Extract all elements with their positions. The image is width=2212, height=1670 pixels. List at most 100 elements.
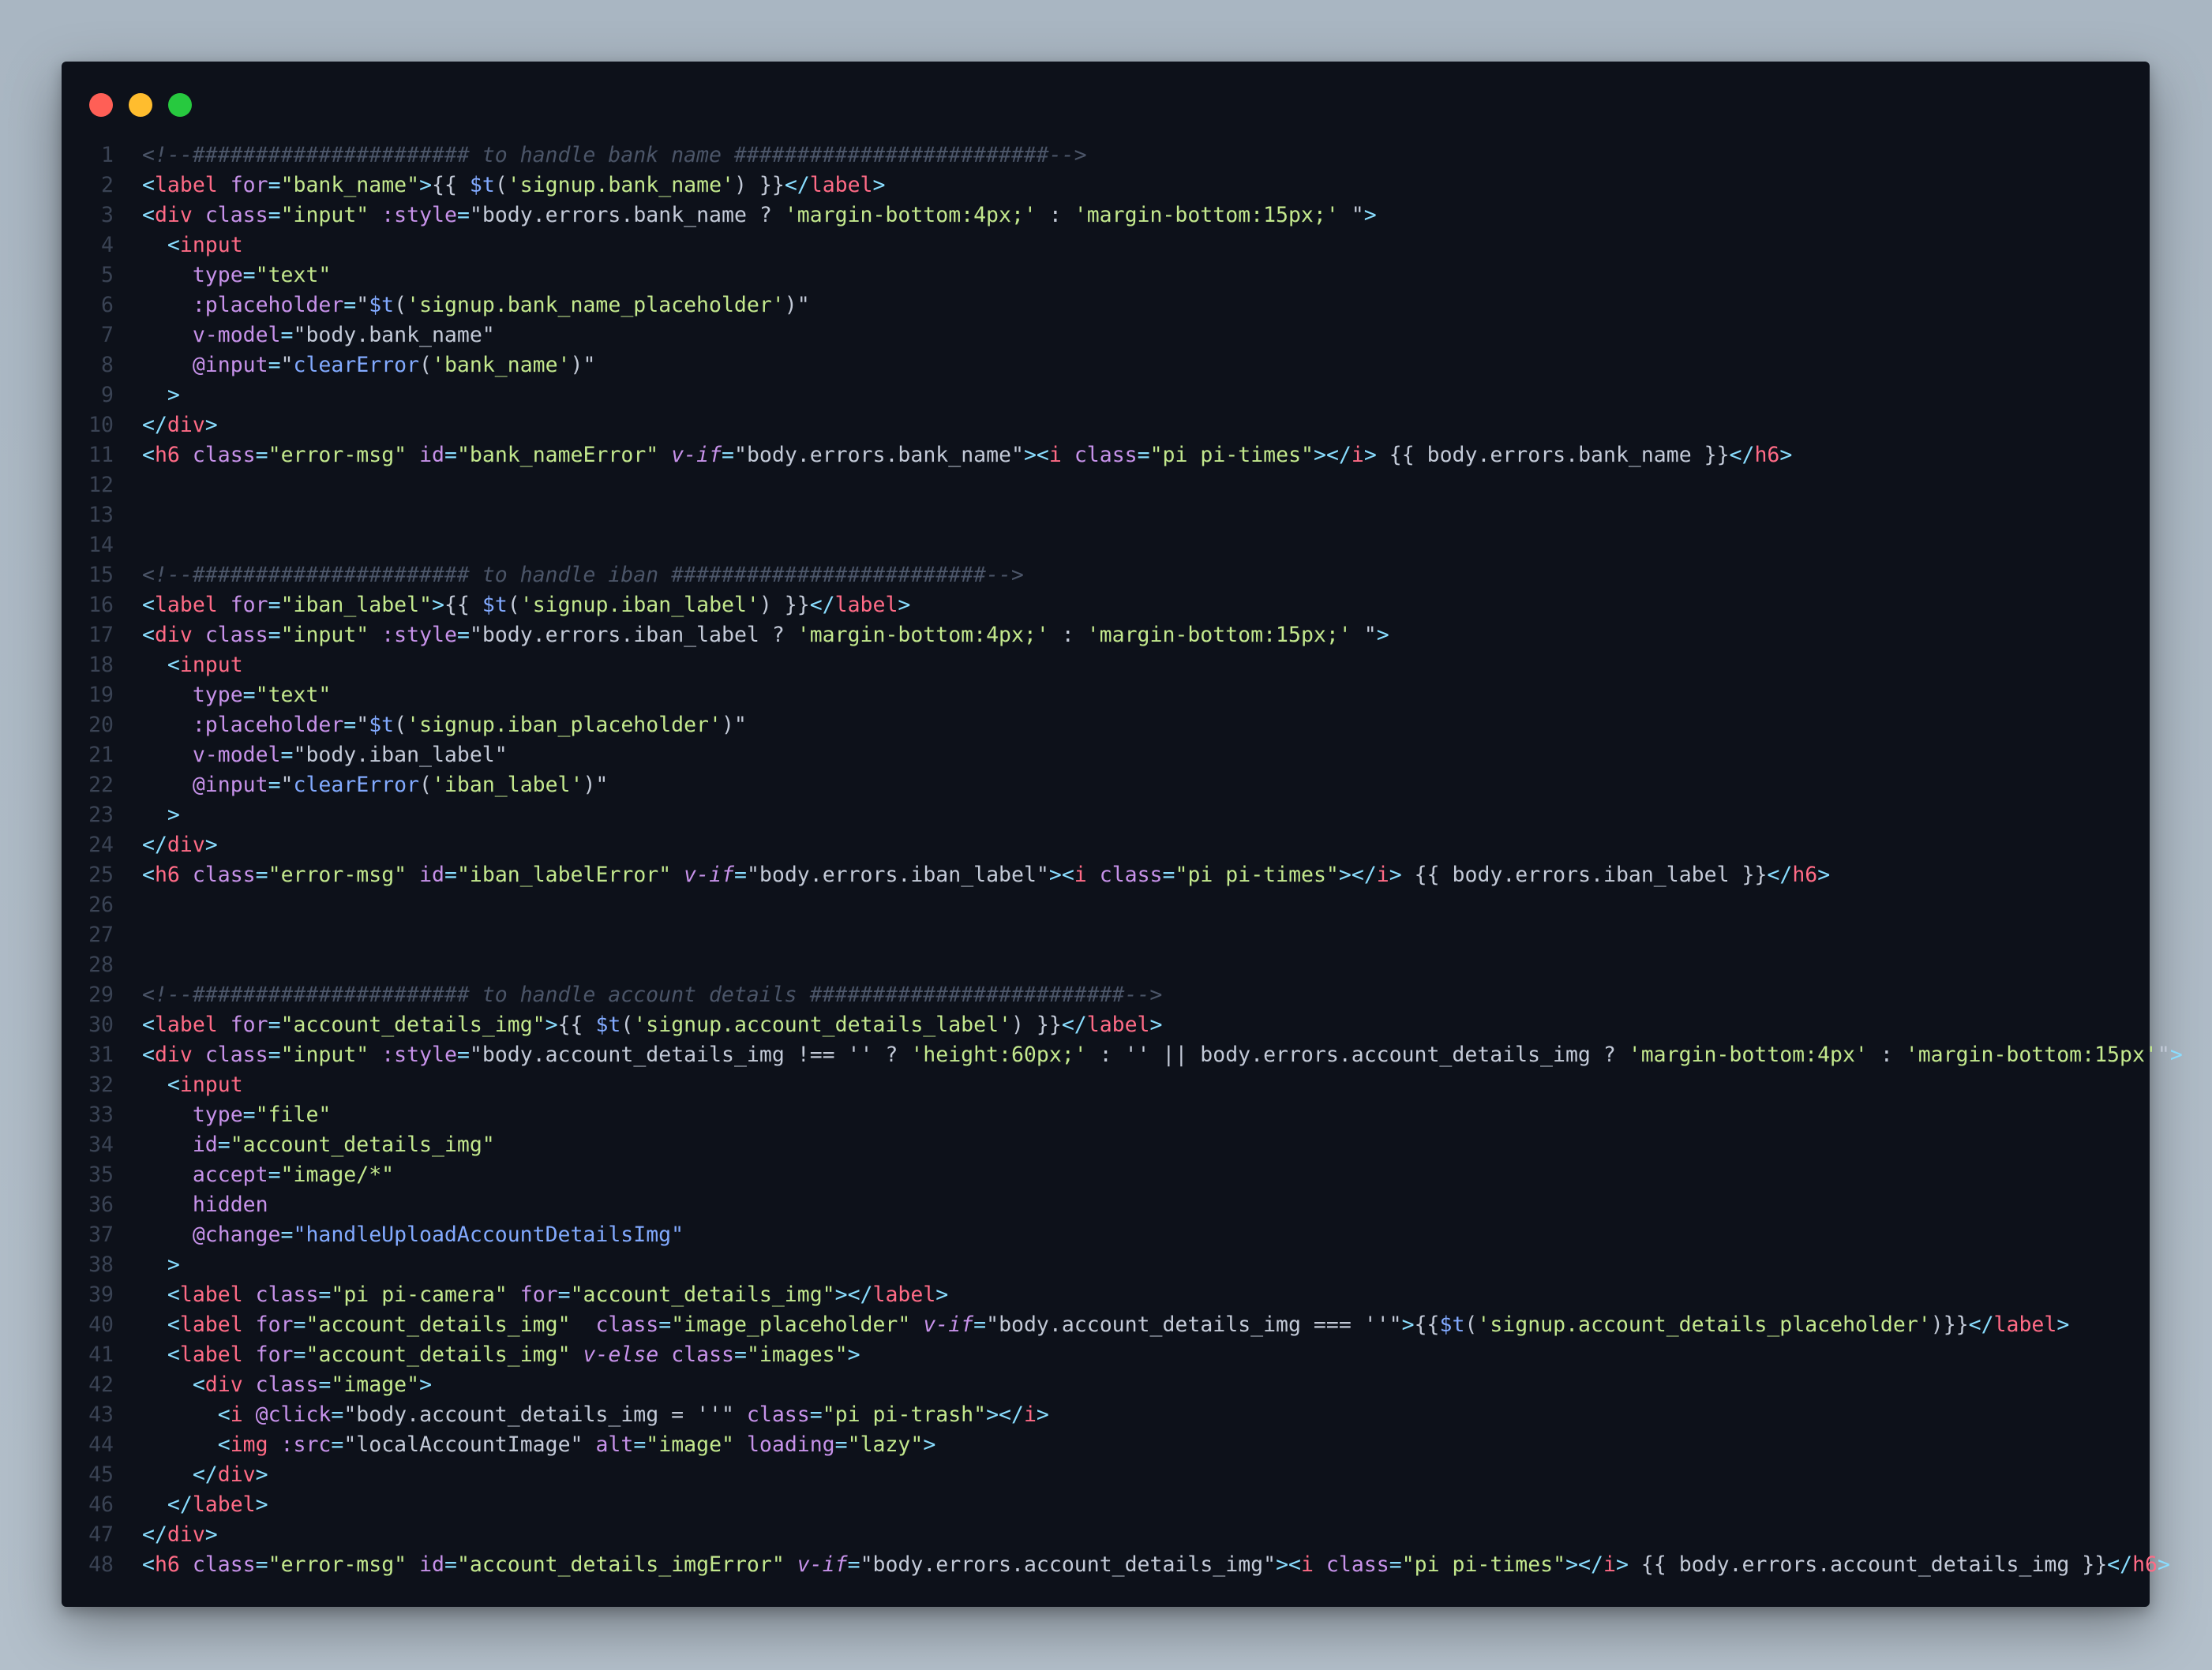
code-token: = — [255, 443, 268, 467]
code-token: 'signup.iban_label' — [519, 593, 759, 617]
code-token: v-model — [192, 743, 281, 767]
line-content: v-model="body.bank_name" — [114, 320, 495, 350]
code-token: = — [633, 1432, 647, 1457]
code-token: i — [1048, 443, 1062, 467]
line-number: 23 — [88, 803, 114, 827]
code-line: 25 <h6 class="error-msg" id="iban_labelEr… — [62, 860, 2150, 890]
minimize-dot-icon[interactable] — [129, 93, 152, 117]
line-content: :placeholder="$t('signup.bank_name_place… — [114, 290, 810, 320]
code-token: </ — [1729, 443, 1755, 467]
code-token: 'margin-bottom:15px' — [1905, 1043, 2158, 1067]
line-number: 29 — [88, 983, 114, 1007]
code-token: "input" — [280, 623, 369, 647]
code-token: </ — [192, 1462, 218, 1487]
code-token: " — [2157, 1043, 2170, 1067]
code-token: = — [658, 1312, 672, 1337]
code-token: {{ body.errors.bank_name }} — [1376, 443, 1730, 467]
code-token: "account_details_img" — [306, 1312, 571, 1337]
code-token: class — [204, 623, 268, 647]
code-token: > — [2169, 1043, 2183, 1067]
code-token: "image_placeholder" — [671, 1312, 911, 1337]
code-token: = — [242, 1103, 256, 1127]
code-token: ) }} — [1010, 1013, 1062, 1037]
line-content: <!--###################### to handle acc… — [114, 980, 1162, 1010]
code-line: 15 <!--###################### to handle i… — [62, 560, 2150, 590]
code-token: 'bank_name' — [432, 353, 571, 377]
maximize-dot-icon[interactable] — [168, 93, 192, 117]
code-token: label — [809, 173, 873, 197]
line-content: > — [114, 1250, 180, 1280]
line-number: 43 — [88, 1402, 114, 1427]
code-token: )" — [784, 293, 810, 317]
code-token: :style — [381, 203, 457, 227]
code-token: i — [230, 1402, 243, 1427]
code-block[interactable]: 1 <!--###################### to handle ba… — [62, 140, 2183, 1580]
code-token: h6 — [2132, 1552, 2158, 1577]
code-token: @input — [192, 353, 268, 377]
code-line: 2 <label for="bank_name">{{ $t('signup.ba… — [62, 170, 2150, 200]
line-number: 32 — [88, 1073, 114, 1097]
code-token: > — [419, 173, 433, 197]
line-number: 1 — [101, 143, 114, 167]
line-number: 6 — [101, 293, 114, 317]
code-token: = — [809, 1402, 823, 1427]
code-token: = — [268, 1013, 281, 1037]
code-token: v-if — [684, 863, 734, 887]
code-token: i — [1603, 1552, 1616, 1577]
code-token: : — [1867, 1043, 1906, 1067]
code-line: 20 :placeholder="$t('signup.iban_placeho… — [62, 710, 2150, 740]
code-token: img — [230, 1432, 268, 1457]
code-token: v-if — [671, 443, 722, 467]
code-token: = — [733, 1342, 747, 1367]
code-token: for — [230, 173, 268, 197]
code-token: = — [331, 1402, 344, 1427]
code-token: < — [167, 653, 180, 677]
code-token: label — [872, 1282, 936, 1307]
line-content: <label for="iban_label">{{ $t('signup.ib… — [114, 590, 910, 620]
code-token: input — [179, 653, 243, 677]
line-content — [114, 470, 142, 500]
code-token: class — [255, 1282, 319, 1307]
code-token: "body.errors.iban_label" — [746, 863, 1049, 887]
line-number: 41 — [88, 1342, 114, 1367]
code-token: @input — [192, 773, 268, 797]
line-content: <div class="input" :style="body.errors.i… — [114, 620, 1389, 650]
line-number: 25 — [88, 863, 114, 887]
code-token: "lazy" — [847, 1432, 924, 1457]
line-content: <div class="image"> — [114, 1370, 432, 1400]
code-token: $t — [595, 1013, 621, 1037]
line-number: 8 — [101, 353, 114, 377]
line-number: 27 — [88, 923, 114, 947]
code-token: 'iban_label' — [432, 773, 583, 797]
code-line: 27 — [62, 920, 2150, 950]
code-token: "body.iban_label" — [293, 743, 508, 767]
line-number: 19 — [88, 683, 114, 707]
code-token: "pi pi-times" — [1401, 1552, 1566, 1577]
code-token: > — [1363, 443, 1377, 467]
line-number: 45 — [88, 1462, 114, 1487]
code-token: > — [255, 1492, 268, 1517]
code-token: "image" — [646, 1432, 734, 1457]
code-token: class — [204, 203, 268, 227]
close-dot-icon[interactable] — [89, 93, 113, 117]
line-content: v-model="body.iban_label" — [114, 740, 508, 770]
code-token: class — [595, 1312, 659, 1337]
line-content — [114, 500, 142, 530]
code-token: "pi pi-times" — [1149, 443, 1314, 467]
code-token: "pi pi-times" — [1175, 863, 1339, 887]
code-token: > — [935, 1282, 949, 1307]
code-line: 36 hidden — [62, 1190, 2150, 1220]
code-token: > — [167, 803, 180, 827]
line-content: <!--###################### to handle ban… — [114, 140, 1087, 170]
